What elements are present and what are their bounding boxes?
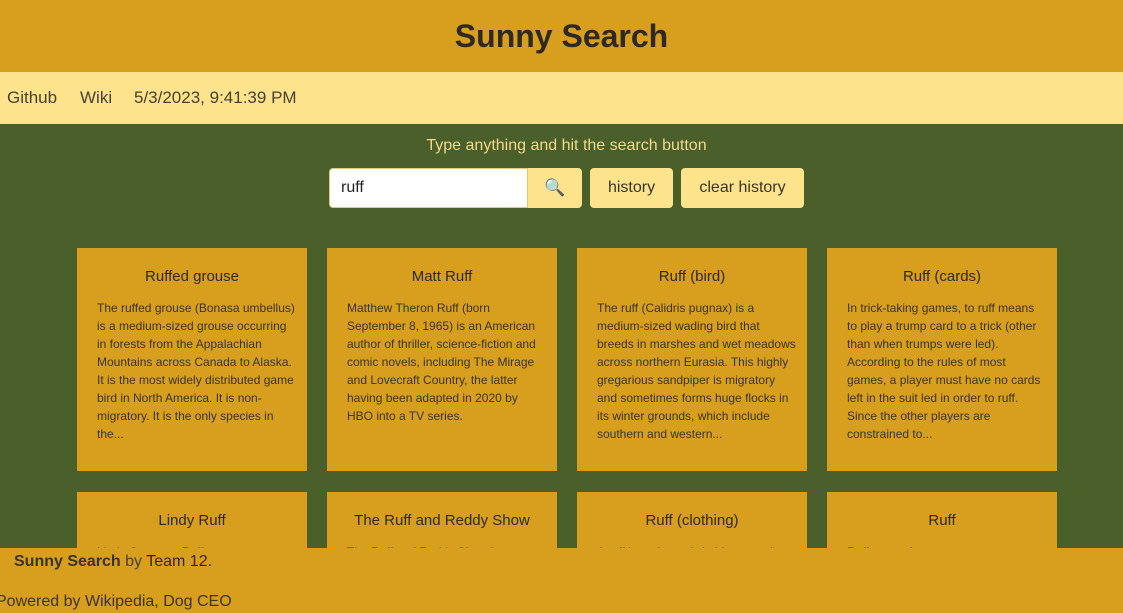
search-button[interactable]: 🔍 — [528, 168, 582, 208]
footer-period: . — [207, 553, 213, 570]
result-title: The Ruff and Reddy Show — [354, 512, 530, 529]
result-title: Ruff (bird) — [658, 268, 726, 285]
team-link[interactable]: Team 12 — [146, 553, 207, 570]
footer-by: by — [125, 553, 143, 570]
footer-powered-by: Powered by Wikipedia, Dog CEO — [0, 593, 232, 610]
search-input[interactable] — [329, 168, 528, 208]
result-card[interactable]: Ruff Ruff may refer to... — [827, 492, 1057, 552]
wiki-link[interactable]: Wiki — [80, 88, 112, 108]
github-link[interactable]: Github — [7, 88, 57, 108]
result-snippet: Matthew Theron Ruff (born September 8, 1… — [347, 301, 536, 423]
footer-brand: Sunny Search — [14, 553, 121, 570]
result-title: Ruff — [928, 512, 956, 529]
result-title: Ruffed grouse — [145, 268, 239, 285]
result-card[interactable]: Ruffed grouse The ruffed grouse (Bonasa … — [77, 248, 307, 471]
result-title: Matt Ruff — [411, 268, 473, 285]
result-title: Lindy Ruff — [158, 512, 226, 529]
datetime-display: 5/3/2023, 9:41:39 PM — [134, 88, 297, 107]
nav-bar: Github Wiki 5/3/2023, 9:41:39 PM — [0, 72, 1123, 124]
result-title: Ruff (cards) — [902, 268, 982, 285]
result-snippet: In trick-taking games, to ruff means to … — [847, 301, 1041, 441]
magnifying-glass-icon: 🔍 — [544, 178, 566, 197]
result-card[interactable]: Lindy Ruff Lindy Cameron Ruff... — [77, 492, 307, 552]
result-card[interactable]: Matt Ruff Matthew Theron Ruff (born Sept… — [327, 248, 557, 471]
result-card[interactable]: The Ruff and Reddy Show The Ruff and Red… — [327, 492, 557, 552]
search-prompt: Type anything and hit the search button — [426, 137, 707, 154]
clear-history-button[interactable]: clear history — [681, 168, 804, 208]
footer-credit: Sunny Search by Team 12. — [14, 553, 212, 571]
result-card[interactable]: Ruff (cards) In trick-taking games, to r… — [827, 248, 1057, 471]
result-snippet: The ruff (Calidris pugnax) is a medium-s… — [597, 301, 796, 441]
header: Sunny Search — [0, 0, 1123, 72]
result-snippet: The ruffed grouse (Bonasa umbellus) is a… — [97, 301, 295, 441]
result-card[interactable]: Ruff (clothing) A ruff is an item of clo… — [577, 492, 807, 552]
result-title: Ruff (clothing) — [645, 512, 739, 529]
result-card[interactable]: Ruff (bird) The ruff (Calidris pugnax) i… — [577, 248, 807, 471]
page-title: Sunny Search — [454, 17, 669, 54]
footer: Sunny Search by Team 12. Powered by Wiki… — [0, 548, 1123, 613]
history-button[interactable]: history — [590, 168, 673, 208]
